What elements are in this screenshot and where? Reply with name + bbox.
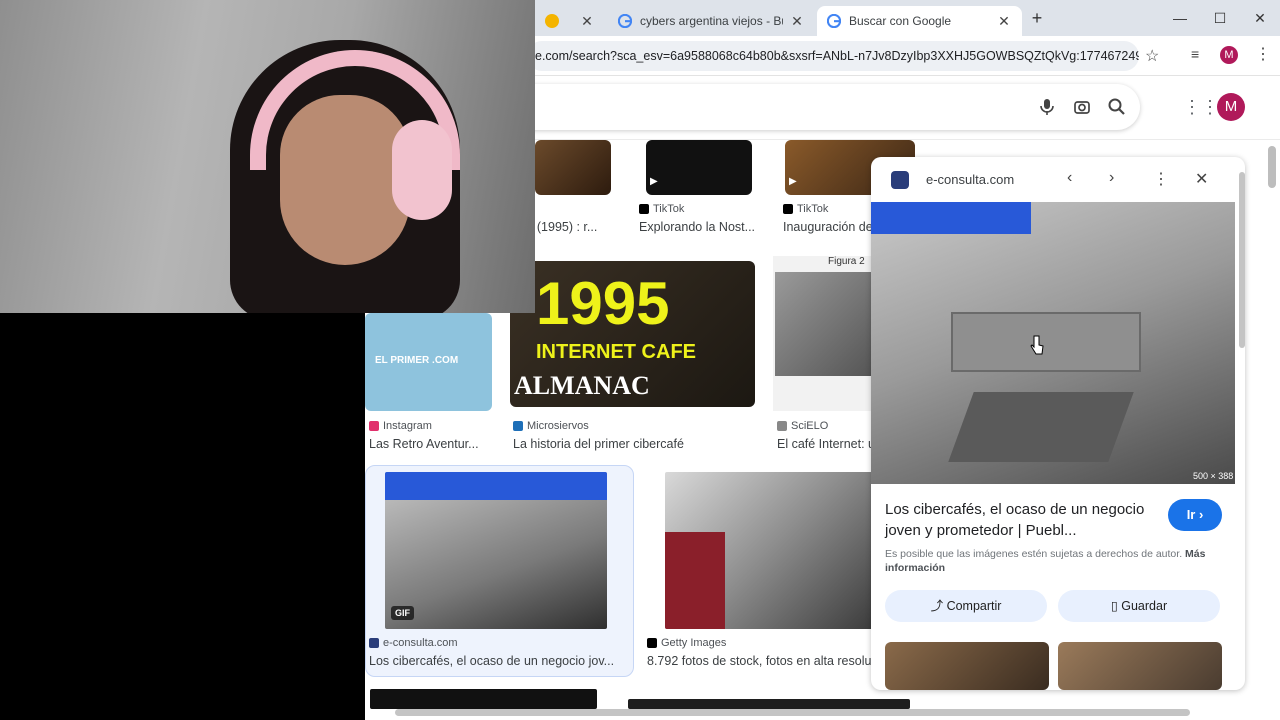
- result-source-5: Microsiervos: [513, 420, 589, 432]
- result-source-2: TikTok: [639, 203, 684, 215]
- close-tab-icon[interactable]: ✕: [996, 13, 1012, 30]
- instagram-icon: [369, 421, 379, 431]
- address-bar[interactable]: e.com/search?sca_esv=6a9588068c64b80b&sx…: [527, 41, 1139, 71]
- result-thumb-9[interactable]: [370, 689, 597, 709]
- result-source-8: Getty Images: [647, 637, 726, 649]
- microphone-icon[interactable]: [1037, 97, 1057, 117]
- horizontal-scrollbar[interactable]: [395, 709, 1190, 716]
- google-favicon-icon: [618, 14, 632, 28]
- tab-3-active[interactable]: Buscar con Google ✕: [817, 6, 1022, 36]
- tiktok-icon: [783, 204, 793, 214]
- result-thumb-1[interactable]: [535, 140, 611, 195]
- thumb-text: EL PRIMER .COM: [375, 355, 459, 366]
- close-window-icon[interactable]: ✕: [1240, 0, 1280, 36]
- result-title-6[interactable]: El café Internet: u: [777, 437, 871, 451]
- result-title-2[interactable]: Explorando la Nost...: [639, 220, 759, 234]
- tiktok-icon: [639, 204, 649, 214]
- thumb-text: Figura 2: [828, 256, 865, 267]
- preview-image[interactable]: [871, 202, 1235, 484]
- profile-avatar[interactable]: M: [1217, 93, 1245, 121]
- panel-domain[interactable]: e-consulta.com: [926, 172, 1014, 187]
- tab-1[interactable]: ✕: [535, 6, 605, 36]
- result-title-8[interactable]: 8.792 fotos de stock, fotos en alta reso…: [647, 654, 873, 668]
- new-tab-icon[interactable]: +: [1027, 8, 1047, 28]
- thumb-text-year: 1995: [536, 270, 670, 337]
- result-thumb-4[interactable]: EL PRIMER .COM: [365, 313, 492, 411]
- reading-list-icon[interactable]: ≡: [1191, 46, 1199, 62]
- browser-menu-icon[interactable]: ⋮: [1255, 44, 1271, 64]
- e-consulta-icon: [369, 638, 379, 648]
- image-dimensions: 500 × 388: [1193, 471, 1234, 481]
- more-options-icon[interactable]: ⋮: [1153, 169, 1169, 189]
- related-thumb-2[interactable]: [1058, 642, 1222, 690]
- tab-2[interactable]: cybers argentina viejos - Buscar ✕: [608, 6, 815, 36]
- result-title-1[interactable]: rk (1995) : r...: [523, 220, 623, 234]
- result-source-3: TikTok: [783, 203, 828, 215]
- tab-title: cybers argentina viejos - Buscar: [640, 14, 783, 28]
- thumb-text-almanac: ALMANAC: [514, 371, 650, 400]
- result-title-7[interactable]: Los cibercafés, el ocaso de un negocio j…: [369, 654, 627, 668]
- result-thumb-7[interactable]: GIF: [385, 472, 607, 629]
- close-panel-icon[interactable]: ✕: [1195, 169, 1208, 189]
- result-source-4: Instagram: [369, 420, 432, 432]
- play-icon: ▶: [650, 176, 658, 187]
- search-icon[interactable]: [1107, 97, 1127, 117]
- panel-scrollbar[interactable]: [1239, 172, 1245, 348]
- bookmark-icon: ▯: [1110, 599, 1118, 613]
- google-favicon-icon: [827, 14, 841, 28]
- save-button[interactable]: ▯ Guardar: [1058, 590, 1220, 622]
- result-thumb-2[interactable]: ▶: [646, 140, 752, 195]
- microsiervos-icon: [513, 421, 523, 431]
- getty-icon: [647, 638, 657, 648]
- hand-cursor-icon: [1030, 335, 1044, 355]
- result-title-3[interactable]: Inauguración de: [783, 220, 873, 234]
- result-title-4[interactable]: Las Retro Aventur...: [369, 437, 489, 451]
- result-thumb-10[interactable]: [628, 699, 910, 709]
- result-source-6: SciELO: [777, 420, 828, 432]
- gif-badge: GIF: [391, 606, 414, 620]
- bookmark-star-icon[interactable]: ☆: [1145, 46, 1159, 66]
- webcam-overlay: [0, 0, 535, 313]
- result-source-7: e-consulta.com: [369, 637, 458, 649]
- lens-camera-icon[interactable]: [1072, 97, 1092, 117]
- previous-icon[interactable]: ‹: [1067, 169, 1072, 187]
- panel-title[interactable]: Los cibercafés, el ocaso de un negocio j…: [885, 499, 1161, 541]
- play-icon: ▶: [789, 176, 797, 187]
- profile-avatar-small[interactable]: M: [1220, 46, 1238, 64]
- copyright-note: Es posible que las imágenes estén sujeta…: [885, 548, 1206, 574]
- share-icon: ⤴: [930, 599, 944, 613]
- e-consulta-favicon-icon: [891, 171, 909, 189]
- result-thumb-5[interactable]: 1995 INTERNET CAFE ALMANAC: [510, 261, 755, 407]
- result-title-5[interactable]: La historia del primer cibercafé: [513, 437, 748, 451]
- result-thumb-6[interactable]: Figura 2: [773, 256, 873, 411]
- minimize-icon[interactable]: —: [1160, 0, 1200, 36]
- image-preview-panel: e-consulta.com ‹ › ⋮ ✕ 500 × 388 Los cib…: [871, 157, 1245, 690]
- result-thumb-8[interactable]: [665, 472, 877, 629]
- close-tab-icon[interactable]: ✕: [789, 13, 805, 30]
- tab-title: Buscar con Google: [849, 14, 952, 28]
- scielo-icon: [777, 421, 787, 431]
- go-button[interactable]: Ir ›: [1168, 499, 1222, 531]
- headphone-ear: [392, 120, 452, 220]
- thumb-text-cafe: INTERNET CAFE: [536, 341, 696, 363]
- next-icon[interactable]: ›: [1109, 169, 1114, 187]
- emoji-favicon-icon: [545, 14, 559, 28]
- vertical-scrollbar[interactable]: [1268, 146, 1276, 188]
- related-thumb-1[interactable]: [885, 642, 1049, 690]
- maximize-icon[interactable]: ☐: [1200, 0, 1240, 36]
- close-tab-icon[interactable]: ✕: [579, 13, 595, 30]
- share-button[interactable]: ⤴ Compartir: [885, 590, 1047, 622]
